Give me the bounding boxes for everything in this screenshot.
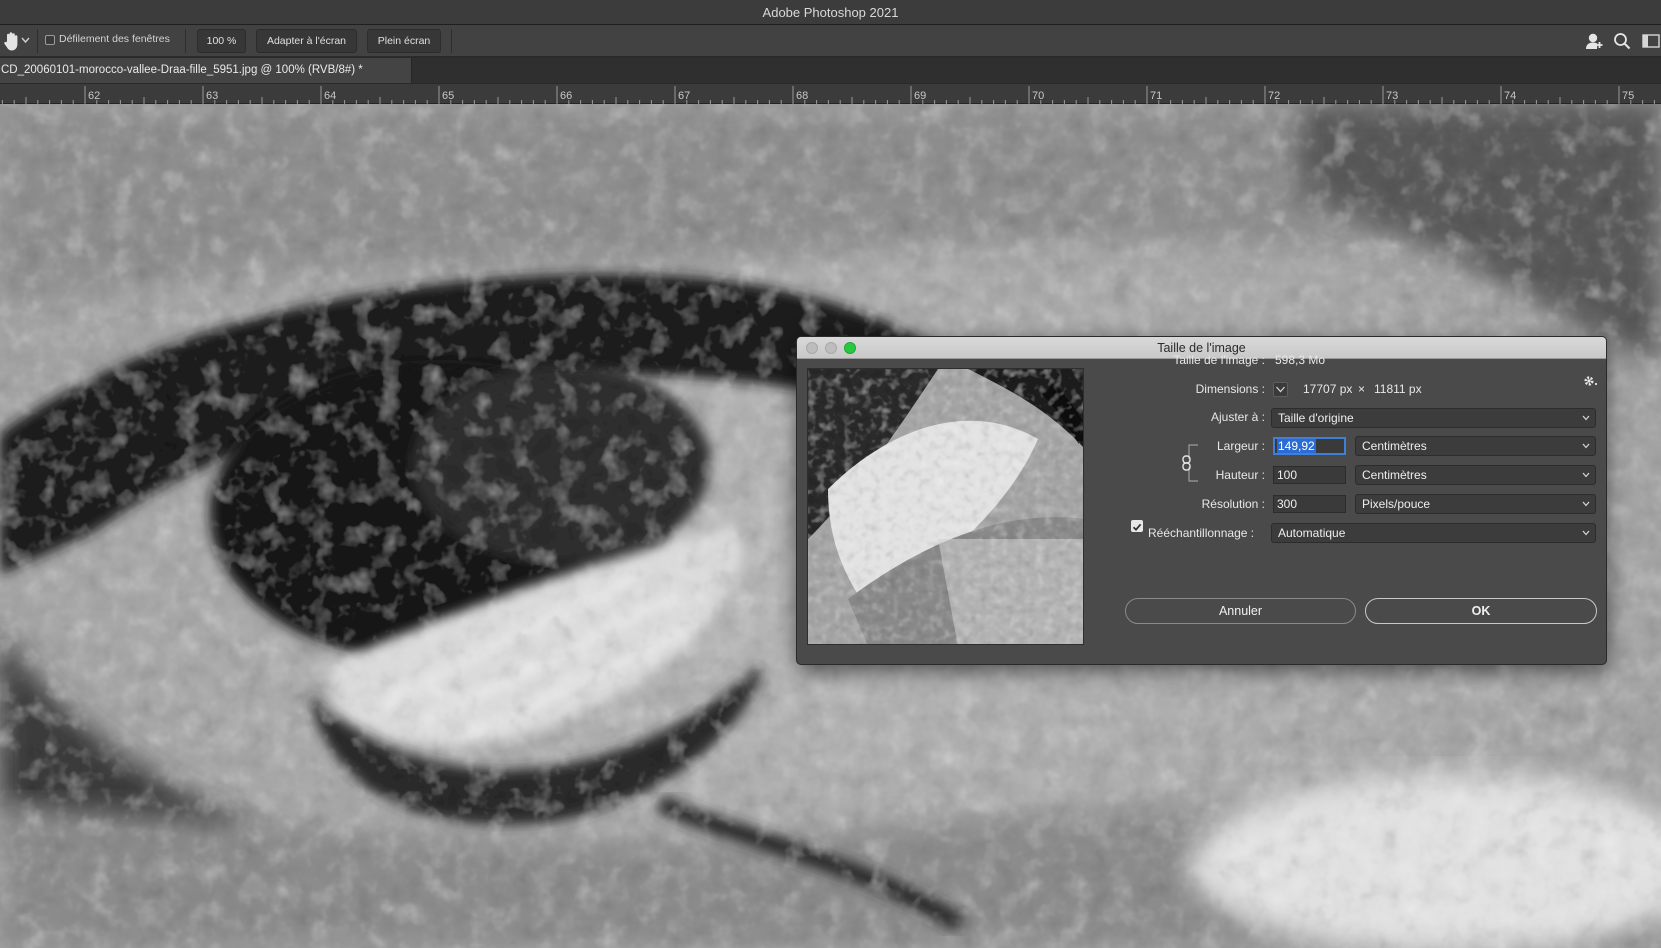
ruler-label: 70 <box>1032 90 1044 102</box>
ruler-label: 74 <box>1504 90 1516 102</box>
window-minimize-button[interactable] <box>825 342 837 354</box>
resample-method-select[interactable]: Automatique <box>1271 523 1596 543</box>
ruler-label: 73 <box>1386 90 1398 102</box>
dimensions-separator: × <box>1358 382 1366 396</box>
image-size-label: Taille de l'image : <box>1173 353 1265 367</box>
chevron-down-icon <box>1582 501 1590 507</box>
chevron-down-icon <box>1582 415 1590 421</box>
divider <box>451 29 452 53</box>
resolution-value: 300 <box>1277 497 1298 511</box>
ruler-label: 75 <box>1622 90 1634 102</box>
resample-checkbox[interactable] <box>1131 520 1143 532</box>
width-input[interactable]: 149,92 <box>1273 437 1346 455</box>
document-tab-bar: CD_20060101-morocco-vallee-Draa-fille_59… <box>0 58 1661 83</box>
height-unit-value: Centimètres <box>1362 468 1427 482</box>
fit-to-value: Taille d'origine <box>1278 411 1354 425</box>
hand-tool-icon[interactable] <box>2 30 22 52</box>
divider <box>37 29 38 53</box>
ruler-label: 71 <box>1150 90 1162 102</box>
fit-screen-button[interactable]: Adapter à l'écran <box>256 29 357 53</box>
ok-button[interactable]: OK <box>1365 598 1597 624</box>
gear-icon[interactable] <box>1582 374 1598 388</box>
window-zoom-button[interactable] <box>844 342 856 354</box>
chevron-down-icon <box>1276 386 1285 393</box>
ruler-label: 67 <box>678 90 690 102</box>
resolution-unit-value: Pixels/pouce <box>1362 497 1431 511</box>
ruler-label: 66 <box>560 90 572 102</box>
tool-preset-chevron-icon[interactable] <box>21 36 30 44</box>
scroll-all-windows-label: Défilement des fenêtres <box>59 33 170 45</box>
dimensions-label: Dimensions : <box>1195 382 1265 396</box>
ruler-label: 72 <box>1268 90 1280 102</box>
image-size-dialog: Taille de l'image Taille de l'image : 59… <box>796 336 1607 665</box>
resample-label: Rééchantillonnage : <box>1148 526 1255 540</box>
checkmark-icon <box>1132 523 1142 532</box>
resample-method-value: Automatique <box>1278 526 1346 540</box>
constrain-proportions-link-icon[interactable] <box>1180 442 1200 484</box>
fit-to-select[interactable]: Taille d'origine <box>1271 408 1596 428</box>
chevron-down-icon <box>1582 530 1590 536</box>
ruler-label: 68 <box>796 90 808 102</box>
zoom-100-button[interactable]: 100 % <box>197 29 246 53</box>
search-icon[interactable] <box>1612 31 1632 51</box>
height-unit-select[interactable]: Centimètres <box>1355 465 1596 485</box>
ruler-label: 62 <box>88 90 100 102</box>
fill-screen-button[interactable]: Plein écran <box>367 29 441 53</box>
resolution-input[interactable]: 300 <box>1273 495 1346 513</box>
chevron-down-icon <box>1582 443 1590 449</box>
image-preview[interactable] <box>807 368 1084 645</box>
app-title-bar: Adobe Photoshop 2021 <box>0 0 1661 25</box>
ruler-ticks: 62 63 64 65 66 67 68 69 70 71 72 73 74 75 <box>1 86 1655 104</box>
height-value: 100 <box>1277 468 1298 482</box>
resolution-unit-select[interactable]: Pixels/pouce <box>1355 494 1596 514</box>
height-label: Hauteur : <box>1215 468 1265 482</box>
share-user-icon[interactable] <box>1584 31 1604 51</box>
ruler-label: 63 <box>206 90 218 102</box>
dimensions-width: 17707 px <box>1303 382 1353 396</box>
workspace-panel-icon[interactable] <box>1641 31 1661 51</box>
document-tab[interactable]: CD_20060101-morocco-vallee-Draa-fille_59… <box>0 58 412 83</box>
image-size-value: 598,3 Mo <box>1275 353 1326 367</box>
app-title: Adobe Photoshop 2021 <box>762 5 899 20</box>
cancel-button[interactable]: Annuler <box>1125 598 1356 624</box>
width-unit-value: Centimètres <box>1362 439 1427 453</box>
fit-to-label: Ajuster à : <box>1210 410 1265 424</box>
ruler-label: 69 <box>914 90 926 102</box>
dimensions-unit-toggle[interactable] <box>1273 382 1288 397</box>
ruler-label: 65 <box>442 90 454 102</box>
ruler-label: 64 <box>324 90 336 102</box>
preview-thumbnail <box>808 369 1083 644</box>
window-close-button[interactable] <box>806 342 818 354</box>
divider <box>185 29 186 53</box>
width-label: Largeur : <box>1216 439 1265 453</box>
chevron-down-icon <box>1582 472 1590 478</box>
width-value: 149,92 <box>1277 439 1316 453</box>
scroll-all-windows-checkbox[interactable] <box>45 35 55 45</box>
horizontal-ruler[interactable]: 62 63 64 65 66 67 68 69 70 71 72 73 74 75 <box>0 84 1661 104</box>
resolution-label: Résolution : <box>1201 497 1265 511</box>
width-unit-select[interactable]: Centimètres <box>1355 436 1596 456</box>
options-bar: Défilement des fenêtres 100 % Adapter à … <box>0 25 1661 57</box>
height-input[interactable]: 100 <box>1273 466 1346 484</box>
dimensions-height: 11811 px <box>1374 382 1422 396</box>
